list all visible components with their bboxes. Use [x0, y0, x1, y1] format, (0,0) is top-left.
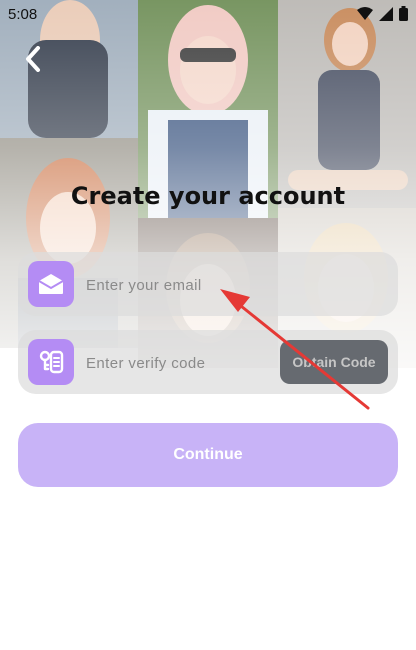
status-time: 5:08: [8, 6, 38, 23]
battery-icon: [399, 6, 408, 25]
obtain-code-button[interactable]: Obtain Code: [280, 340, 388, 384]
wifi-icon: [357, 6, 373, 25]
back-chevron-icon: [25, 45, 41, 77]
email-input[interactable]: [84, 266, 388, 304]
verify-code-icon: [28, 339, 74, 385]
continue-button[interactable]: Continue: [18, 423, 398, 487]
page-title: Create your account: [70, 182, 346, 210]
status-icons: [357, 6, 408, 25]
verify-code-input[interactable]: [84, 344, 278, 382]
verify-code-field[interactable]: Obtain Code: [18, 330, 398, 394]
email-field[interactable]: [18, 252, 398, 316]
signal-icon: [379, 6, 393, 25]
back-button[interactable]: [20, 45, 46, 77]
envelope-icon: [28, 261, 74, 307]
status-bar: 5:08: [0, 0, 416, 30]
